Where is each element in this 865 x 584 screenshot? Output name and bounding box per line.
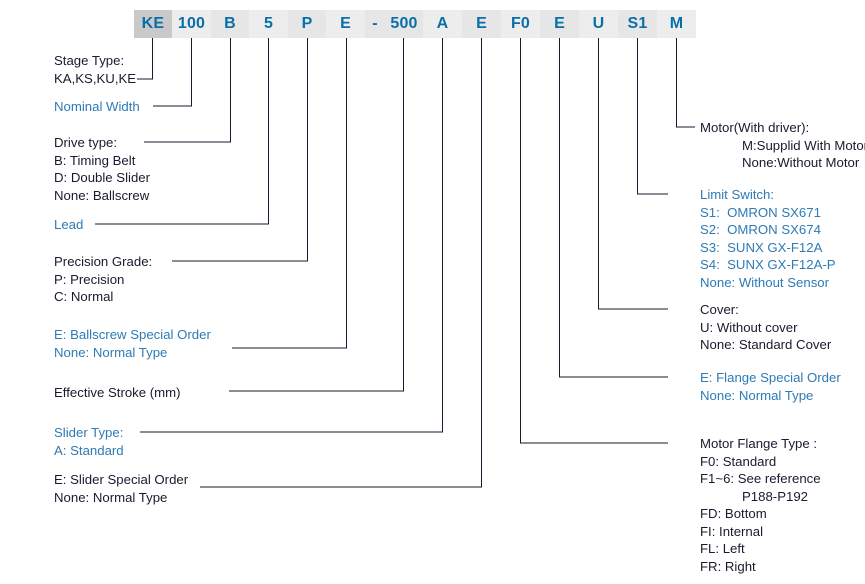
leader-slider-type <box>140 38 444 433</box>
label-motor-flange-line-2: FD: Bottom <box>700 506 767 521</box>
leader-limit-switch <box>636 38 668 195</box>
code-cell-6: - <box>365 10 385 38</box>
code-cell-0: KE <box>134 10 172 38</box>
label-nominal-width-title: Nominal Width <box>54 99 140 114</box>
code-cell-1: 100 <box>172 10 211 38</box>
label-slider-order: E: Slider Special Order None: Normal Typ… <box>54 471 188 506</box>
code-cell-5: E <box>326 10 365 38</box>
label-motor-flange-line-5: FR: Right <box>700 558 756 574</box>
code-cell-8: A <box>423 10 462 38</box>
label-precision-grade-line-1: C: Normal <box>54 289 114 304</box>
label-ballscrew-order-line-0: None: Normal Type <box>54 344 168 360</box>
leader-nominal-width <box>153 38 193 107</box>
label-motor-flange: Motor Flange Type : F0: Standard F1~6: S… <box>700 435 821 575</box>
label-slider-type-line-0: A: Standard <box>54 442 124 458</box>
code-cell-14: M <box>657 10 696 38</box>
label-motor-flange-line-1: F1~6: See reference <box>700 471 821 486</box>
label-cover-line-1: None: Standard Cover <box>700 337 832 352</box>
label-stage-type-title: Stage Type: <box>54 53 125 68</box>
label-limit-switch-line-1: S2: OMRON SX674 <box>700 222 821 237</box>
leader-ballscrew-order <box>232 38 348 349</box>
label-motor-flange-line-3: FI: Internal <box>700 523 764 539</box>
code-cell-13: S1 <box>618 10 657 38</box>
label-limit-switch-title: Limit Switch: <box>700 187 775 202</box>
label-slider-order-line-0: None: Normal Type <box>54 489 168 505</box>
label-lead-title: Lead <box>54 217 84 232</box>
label-motor-line-0: M:Supplid With Motor <box>742 137 865 153</box>
leader-precision-grade <box>172 38 309 262</box>
label-limit-switch-line-0: S1: OMRON SX671 <box>700 204 821 220</box>
leader-motor <box>675 38 695 128</box>
label-drive-type-line-2: None: Ballscrew <box>54 187 150 203</box>
label-effective-stroke: Effective Stroke (mm) <box>54 384 181 402</box>
label-flange-order: E: Flange Special Order None: Normal Typ… <box>700 369 841 404</box>
label-ballscrew-order-title: E: Ballscrew Special Order <box>54 327 211 342</box>
label-precision-grade-line-0: P: Precision <box>54 271 125 287</box>
label-flange-order-line-0: None: Normal Type <box>700 387 814 403</box>
label-motor-flange-line-4: FL: Left <box>700 541 745 556</box>
code-cell-7: 500 <box>385 10 423 38</box>
leader-slider-order <box>200 38 483 488</box>
label-drive-type: Drive type: B: Timing Belt D: Double Sli… <box>54 134 150 204</box>
leader-effective-stroke <box>229 38 405 392</box>
label-stage-type: Stage Type: KA,KS,KU,KE <box>54 52 136 87</box>
label-motor-flange-title: Motor Flange Type : <box>700 436 818 451</box>
label-drive-type-line-0: B: Timing Belt <box>54 152 136 168</box>
label-flange-order-title: E: Flange Special Order <box>700 370 841 385</box>
label-motor-line-1: None:Without Motor <box>742 155 860 170</box>
label-stage-type-line-0: KA,KS,KU,KE <box>54 70 137 86</box>
leader-flange-order <box>558 38 668 378</box>
label-limit-switch-line-3: S4: SUNX GX-F12A-P <box>700 257 836 272</box>
label-precision-grade-title: Precision Grade: <box>54 254 153 269</box>
label-drive-type-line-1: D: Double Slider <box>54 170 151 185</box>
code-cell-2: B <box>211 10 249 38</box>
leader-motor-flange <box>519 38 668 444</box>
label-slider-type: Slider Type: A: Standard <box>54 424 124 459</box>
code-cell-9: E <box>462 10 501 38</box>
code-cell-4: P <box>288 10 326 38</box>
code-cell-12: U <box>579 10 618 38</box>
label-lead: Lead <box>54 216 83 234</box>
label-motor-flange-line-0: F0: Standard <box>700 453 777 469</box>
label-motor-flange-reference-page: P188-P192 <box>742 488 808 504</box>
label-nominal-width: Nominal Width <box>54 98 140 116</box>
label-precision-grade: Precision Grade: P: Precision C: Normal <box>54 253 152 306</box>
label-limit-switch-line-2: S3: SUNX GX-F12A <box>700 239 823 255</box>
leader-cover <box>597 38 668 310</box>
label-ballscrew-order: E: Ballscrew Special Order None: Normal … <box>54 326 211 361</box>
code-cell-3: 5 <box>249 10 288 38</box>
part-number-code-diagram: KE 100 B 5 P E -500 A E F0 E U S1 M Stag… <box>0 0 865 584</box>
label-limit-switch: Limit Switch: S1: OMRON SX671 S2: OMRON … <box>700 186 836 291</box>
label-limit-switch-line-4: None: Without Sensor <box>700 274 830 290</box>
label-cover: Cover: U: Without cover None: Standard C… <box>700 301 831 354</box>
label-slider-order-title: E: Slider Special Order <box>54 472 189 487</box>
code-cell-11: E <box>540 10 579 38</box>
label-motor-title: Motor(With driver): <box>700 120 810 135</box>
label-cover-line-0: U: Without cover <box>700 319 798 335</box>
part-number-code-strip: KE 100 B 5 P E -500 A E F0 E U S1 M <box>0 10 865 38</box>
leader-drive-type <box>144 38 232 143</box>
code-cell-10: F0 <box>501 10 540 38</box>
label-cover-title: Cover: <box>700 302 739 317</box>
label-slider-type-title: Slider Type: <box>54 425 124 440</box>
label-motor: Motor(With driver): M:Supplid With Motor… <box>700 119 865 172</box>
leader-stage-type <box>137 38 154 80</box>
label-drive-type-title: Drive type: <box>54 135 118 150</box>
label-effective-stroke-title: Effective Stroke (mm) <box>54 385 181 400</box>
